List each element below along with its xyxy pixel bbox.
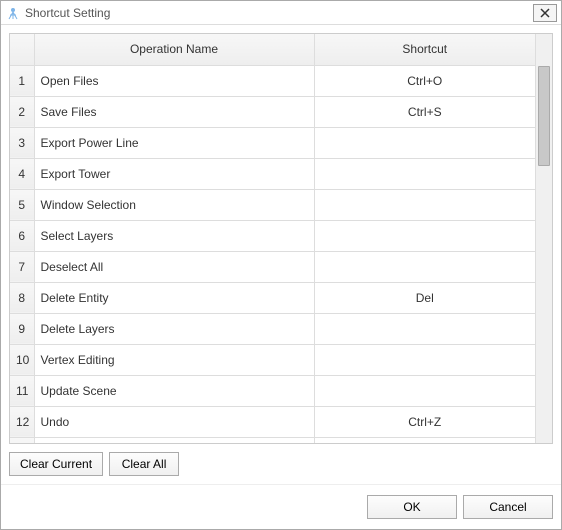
shortcut-cell[interactable]: [314, 251, 535, 282]
table-row[interactable]: 12UndoCtrl+Z: [10, 406, 535, 437]
operation-cell[interactable]: Delete Entity: [34, 282, 314, 313]
row-number: 2: [10, 96, 34, 127]
clear-all-button[interactable]: Clear All: [109, 452, 179, 476]
titlebar: Shortcut Setting: [1, 1, 561, 25]
row-number: 1: [10, 65, 34, 96]
header-shortcut[interactable]: Shortcut: [314, 34, 535, 65]
operation-cell[interactable]: Open Files: [34, 65, 314, 96]
operation-cell[interactable]: Deselect All: [34, 251, 314, 282]
operation-cell[interactable]: Save Files: [34, 96, 314, 127]
shortcut-cell[interactable]: Del: [314, 282, 535, 313]
shortcut-cell[interactable]: [314, 344, 535, 375]
operation-cell[interactable]: Delete Layers: [34, 313, 314, 344]
row-number: 11: [10, 375, 34, 406]
table-row[interactable]: 7Deselect All: [10, 251, 535, 282]
shortcut-cell[interactable]: Ctrl+O: [314, 65, 535, 96]
row-number: 4: [10, 158, 34, 189]
operation-cell[interactable]: Export Power Line: [34, 127, 314, 158]
ok-button[interactable]: OK: [367, 495, 457, 519]
table-row[interactable]: 6Select Layers: [10, 220, 535, 251]
row-number: 3: [10, 127, 34, 158]
close-button[interactable]: [533, 4, 557, 22]
row-number: 8: [10, 282, 34, 313]
row-number: 9: [10, 313, 34, 344]
operation-cell[interactable]: Update Scene: [34, 375, 314, 406]
shortcut-table-container: Operation Name Shortcut 1Open FilesCtrl+…: [9, 33, 553, 444]
scrollbar-thumb[interactable]: [538, 66, 550, 166]
table-row[interactable]: 13RedoCtrl+Y: [10, 437, 535, 443]
close-icon: [540, 8, 550, 18]
table-row[interactable]: 9Delete Layers: [10, 313, 535, 344]
row-number: 12: [10, 406, 34, 437]
cancel-button[interactable]: Cancel: [463, 495, 553, 519]
table-row[interactable]: 11Update Scene: [10, 375, 535, 406]
shortcut-cell[interactable]: Ctrl+Z: [314, 406, 535, 437]
table-row[interactable]: 3Export Power Line: [10, 127, 535, 158]
shortcut-cell[interactable]: [314, 158, 535, 189]
table-row[interactable]: 2Save FilesCtrl+S: [10, 96, 535, 127]
header-rownum: [10, 34, 34, 65]
shortcut-cell[interactable]: Ctrl+S: [314, 96, 535, 127]
table-row[interactable]: 5Window Selection: [10, 189, 535, 220]
shortcut-table: Operation Name Shortcut 1Open FilesCtrl+…: [10, 34, 535, 443]
operation-cell[interactable]: Window Selection: [34, 189, 314, 220]
shortcut-cell[interactable]: [314, 127, 535, 158]
row-number: 7: [10, 251, 34, 282]
operation-cell[interactable]: Vertex Editing: [34, 344, 314, 375]
clear-button-row: Clear Current Clear All: [9, 444, 553, 476]
row-number: 6: [10, 220, 34, 251]
clear-current-button[interactable]: Clear Current: [9, 452, 103, 476]
operation-cell[interactable]: Redo: [34, 437, 314, 443]
table-row[interactable]: 8Delete EntityDel: [10, 282, 535, 313]
window-title: Shortcut Setting: [25, 6, 533, 20]
row-number: 5: [10, 189, 34, 220]
row-number: 10: [10, 344, 34, 375]
operation-cell[interactable]: Undo: [34, 406, 314, 437]
shortcut-cell[interactable]: [314, 313, 535, 344]
vertical-scrollbar[interactable]: [535, 34, 552, 443]
table-row[interactable]: 10Vertex Editing: [10, 344, 535, 375]
shortcut-cell[interactable]: [314, 375, 535, 406]
header-operation[interactable]: Operation Name: [34, 34, 314, 65]
shortcut-cell[interactable]: Ctrl+Y: [314, 437, 535, 443]
app-icon: [5, 5, 21, 21]
shortcut-setting-dialog: Shortcut Setting Operation Name Short: [0, 0, 562, 530]
table-row[interactable]: 1Open FilesCtrl+O: [10, 65, 535, 96]
row-number: 13: [10, 437, 34, 443]
operation-cell[interactable]: Select Layers: [34, 220, 314, 251]
dialog-button-row: OK Cancel: [1, 484, 561, 529]
shortcut-cell[interactable]: [314, 220, 535, 251]
content-area: Operation Name Shortcut 1Open FilesCtrl+…: [1, 25, 561, 484]
operation-cell[interactable]: Export Tower: [34, 158, 314, 189]
table-row[interactable]: 4Export Tower: [10, 158, 535, 189]
shortcut-cell[interactable]: [314, 189, 535, 220]
